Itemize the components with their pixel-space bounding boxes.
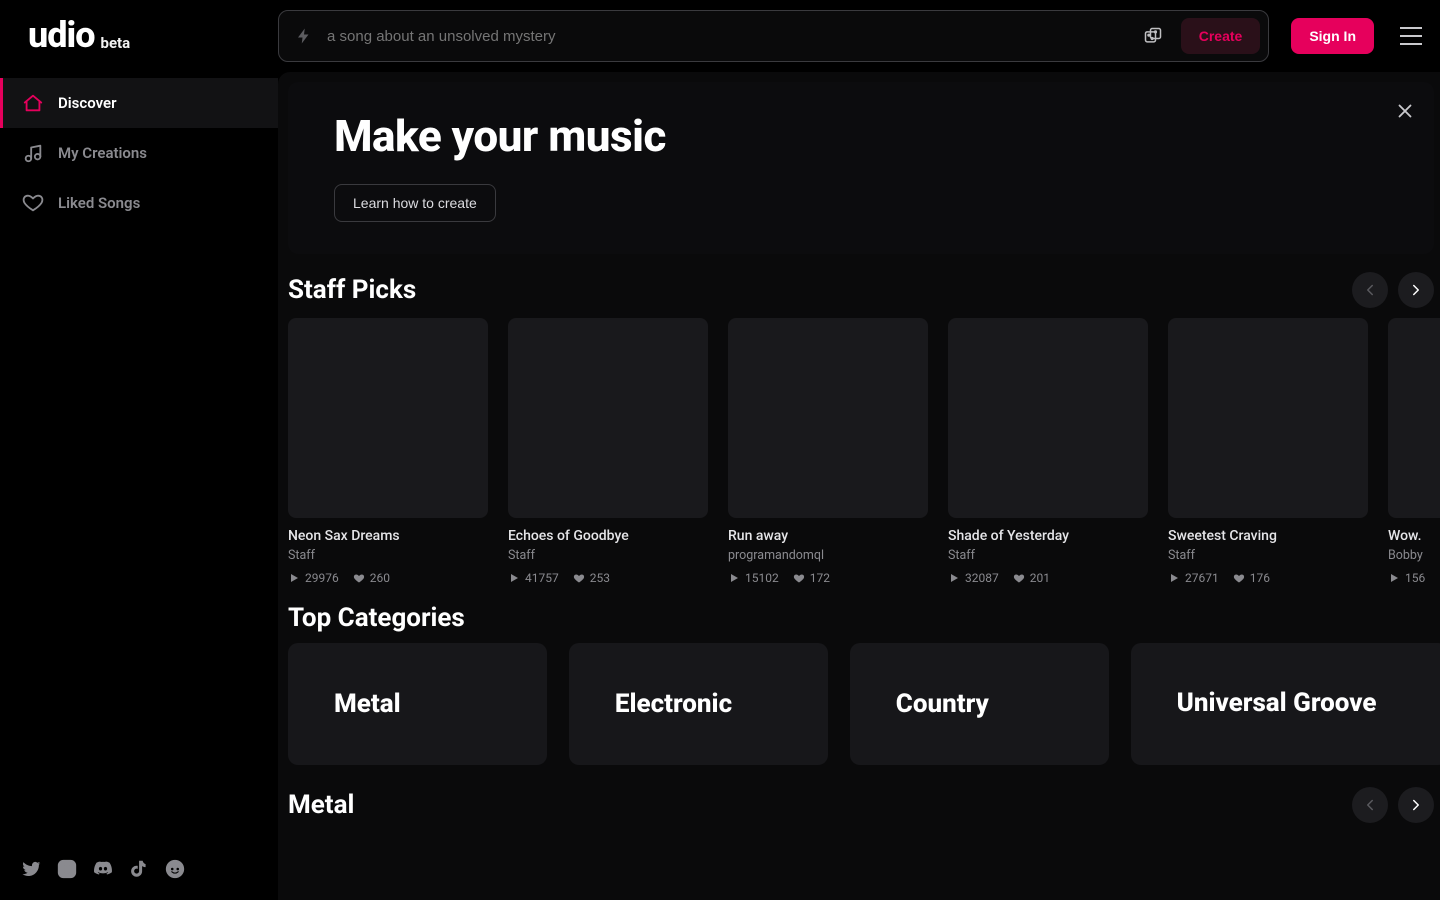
- track-plays: 156: [1405, 571, 1425, 585]
- category-name: Country: [896, 689, 989, 719]
- menu-icon[interactable]: [1400, 27, 1422, 45]
- home-icon: [22, 92, 44, 114]
- track-title: Sweetest Craving: [1168, 528, 1368, 544]
- track-likes: 253: [590, 571, 610, 585]
- prompt-input[interactable]: [325, 17, 1131, 55]
- category-card-country[interactable]: Country: [850, 643, 1109, 765]
- track-cover: [288, 318, 488, 518]
- sidebar: udio beta Discover My Creations Liked So…: [0, 0, 278, 900]
- track-cover: [1168, 318, 1368, 518]
- track-likes: 176: [1250, 571, 1270, 585]
- randomize-icon[interactable]: [1143, 26, 1163, 46]
- main-column: Create Sign In Make your music Learn how…: [278, 0, 1440, 900]
- track-plays: 15102: [745, 571, 779, 585]
- track-title: Echoes of Goodbye: [508, 528, 708, 544]
- brand-tag: beta: [101, 34, 131, 52]
- page-next-button[interactable]: [1398, 787, 1434, 823]
- track-title: Wow.: [1388, 528, 1440, 544]
- music-note-icon: [22, 142, 44, 164]
- sidebar-social: [0, 848, 278, 890]
- category-name: Metal: [334, 689, 401, 719]
- sidebar-item-discover[interactable]: Discover: [0, 78, 278, 128]
- staff-picks-row: Neon Sax Dreams Staff 29976 260 Echoes o…: [288, 318, 1440, 585]
- track-artist: Staff: [1168, 548, 1368, 563]
- section-head-top-categories: Top Categories: [288, 603, 1434, 633]
- pager-metal: [1352, 787, 1434, 823]
- learn-button[interactable]: Learn how to create: [334, 184, 496, 222]
- track-cover: [1388, 318, 1440, 518]
- track-stats: 15102 172: [728, 571, 928, 585]
- twitter-icon[interactable]: [20, 858, 42, 880]
- section-title: Staff Picks: [288, 275, 416, 305]
- track-card[interactable]: Run away programandomql 15102 172: [728, 318, 928, 585]
- track-stats: 32087 201: [948, 571, 1148, 585]
- track-card[interactable]: Wow. Bobby 156: [1388, 318, 1440, 585]
- close-icon[interactable]: [1394, 100, 1416, 122]
- track-plays: 29976: [305, 571, 339, 585]
- track-card[interactable]: Echoes of Goodbye Staff 41757 253: [508, 318, 708, 585]
- create-button[interactable]: Create: [1181, 18, 1261, 54]
- track-card[interactable]: Sweetest Craving Staff 27671 176: [1168, 318, 1368, 585]
- sidebar-item-label: My Creations: [58, 144, 147, 162]
- section-title: Metal: [288, 790, 354, 820]
- track-likes: 172: [810, 571, 830, 585]
- brand-name: udio: [28, 14, 95, 56]
- reddit-icon[interactable]: [164, 858, 186, 880]
- category-name: Electronic: [615, 689, 732, 719]
- track-artist: Staff: [948, 548, 1148, 563]
- track-title: Run away: [728, 528, 928, 544]
- track-stats: 27671 176: [1168, 571, 1368, 585]
- track-stats: 156: [1388, 571, 1440, 585]
- tiktok-icon[interactable]: [128, 858, 150, 880]
- sidebar-item-my-creations[interactable]: My Creations: [0, 128, 278, 178]
- category-card-electronic[interactable]: Electronic: [569, 643, 828, 765]
- category-card-metal[interactable]: Metal: [288, 643, 547, 765]
- track-plays: 32087: [965, 571, 999, 585]
- page-next-button[interactable]: [1398, 272, 1434, 308]
- section-head-staff-picks: Staff Picks: [288, 272, 1434, 308]
- prompt-bar: Create: [278, 10, 1269, 62]
- sidebar-nav: Discover My Creations Liked Songs: [0, 78, 278, 228]
- sidebar-item-liked-songs[interactable]: Liked Songs: [0, 178, 278, 228]
- brand-logo[interactable]: udio beta: [28, 14, 256, 56]
- track-artist: Bobby: [1388, 548, 1440, 563]
- track-cover: [508, 318, 708, 518]
- track-artist: Staff: [288, 548, 488, 563]
- content-panel: Make your music Learn how to create Staf…: [278, 72, 1440, 900]
- hero-banner: Make your music Learn how to create: [288, 82, 1434, 254]
- category-card-universal-groove[interactable]: Universal Groove: [1131, 643, 1440, 765]
- track-artist: programandomql: [728, 548, 928, 563]
- hero-title: Make your music: [334, 110, 1388, 162]
- track-likes: 260: [370, 571, 390, 585]
- top-categories-row: Metal Electronic Country Universal Groov…: [288, 643, 1440, 765]
- page-prev-button[interactable]: [1352, 787, 1388, 823]
- heart-icon: [22, 192, 44, 214]
- track-card[interactable]: Neon Sax Dreams Staff 29976 260: [288, 318, 488, 585]
- track-card[interactable]: Shade of Yesterday Staff 32087 201: [948, 318, 1148, 585]
- sidebar-item-label: Discover: [58, 94, 116, 112]
- track-plays: 27671: [1185, 571, 1219, 585]
- section-title: Top Categories: [288, 603, 465, 633]
- track-stats: 29976 260: [288, 571, 488, 585]
- track-artist: Staff: [508, 548, 708, 563]
- track-title: Neon Sax Dreams: [288, 528, 488, 544]
- track-title: Shade of Yesterday: [948, 528, 1148, 544]
- track-cover: [948, 318, 1148, 518]
- track-likes: 201: [1030, 571, 1050, 585]
- discord-icon[interactable]: [92, 858, 114, 880]
- track-cover: [728, 318, 928, 518]
- track-plays: 41757: [525, 571, 559, 585]
- sign-in-button[interactable]: Sign In: [1291, 18, 1374, 54]
- category-name: Universal Groove: [1177, 689, 1377, 719]
- instagram-icon[interactable]: [56, 858, 78, 880]
- logo-block: udio beta: [0, 14, 278, 78]
- topbar: Create Sign In: [278, 0, 1440, 72]
- track-stats: 41757 253: [508, 571, 708, 585]
- sidebar-item-label: Liked Songs: [58, 194, 140, 212]
- section-head-metal: Metal: [288, 787, 1434, 823]
- bolt-icon: [295, 27, 313, 45]
- page-prev-button[interactable]: [1352, 272, 1388, 308]
- pager-staff-picks: [1352, 272, 1434, 308]
